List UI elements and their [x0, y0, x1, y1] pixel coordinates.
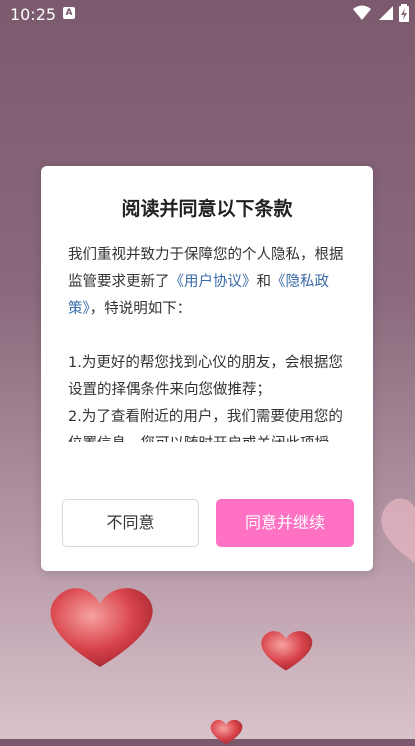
intro-paragraph: 我们重视并致力于保障您的个人隐私，根据监管要求更新了《用户协议》和《隐私政策》，…	[68, 242, 350, 323]
item-1: 1.为更好的帮您找到心仪的朋友，会根据您设置的择偶条件来向您做推荐；	[68, 355, 343, 398]
terms-dialog: 阅读并同意以下条款 我们重视并致力于保障您的个人隐私，根据监管要求更新了《用户协…	[41, 166, 373, 571]
dialog-body[interactable]: 我们重视并致力于保障您的个人隐私，根据监管要求更新了《用户协议》和《隐私政策》，…	[68, 242, 350, 442]
and-text: 和	[256, 274, 272, 290]
item-2: 2.为了查看附近的用户，我们需要使用您的位置信息，您可以随时开启或关闭此项授权；	[68, 409, 343, 442]
disagree-button[interactable]: 不同意	[62, 499, 199, 547]
user-agreement-link[interactable]: 《用户协议》	[170, 274, 257, 290]
agree-continue-button[interactable]: 同意并继续	[216, 499, 354, 547]
intro-text-2: ，特说明如下：	[89, 301, 192, 317]
dialog-title: 阅读并同意以下条款	[121, 198, 293, 220]
